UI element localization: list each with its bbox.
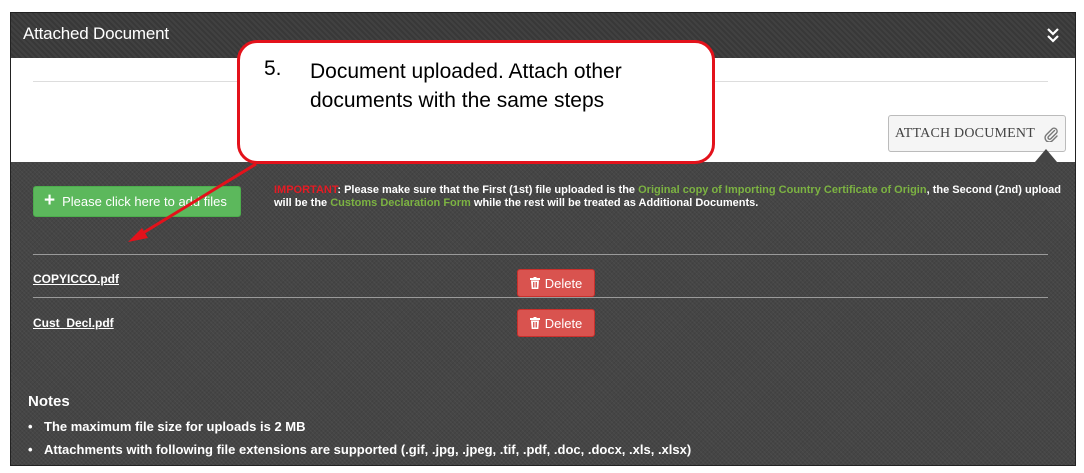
important-text-1: : Please make sure that the First (1st) … (337, 184, 639, 196)
trash-icon (529, 277, 540, 289)
attach-document-label: ATTACH DOCUMENT (895, 125, 1035, 141)
note-item: • The maximum file size for uploads is 2 … (28, 419, 306, 434)
attach-popover-pointer (1035, 149, 1057, 162)
callout-step-number: 5. (264, 57, 282, 80)
note-text: Attachments with following file extensio… (44, 442, 692, 457)
delete-label: Delete (544, 275, 583, 291)
add-files-label: Please click here to add files (62, 194, 227, 209)
trash-icon (529, 317, 540, 329)
attach-document-button[interactable]: ATTACH DOCUMENT (888, 115, 1066, 152)
double-chevron-down-icon[interactable] (1045, 26, 1061, 44)
notes-heading: Notes (28, 393, 70, 410)
note-item: • Attachments with following file extensi… (28, 442, 692, 457)
add-files-button[interactable]: + Please click here to add files (33, 186, 241, 217)
customs-declaration-highlight: Customs Declaration Form (330, 197, 471, 209)
file-link-cust-decl[interactable]: Cust_Decl.pdf (33, 316, 114, 330)
important-notice: IMPORTANT: Please make sure that the Fir… (274, 184, 1064, 210)
important-text-3: while the rest will be treated as Additi… (470, 197, 759, 209)
important-label: IMPORTANT (274, 184, 338, 196)
certificate-of-origin-highlight: Original copy of Importing Country Certi… (638, 184, 927, 196)
delete-button[interactable]: Delete (517, 309, 595, 337)
file-list-divider (33, 254, 1048, 255)
file-link-copyicco[interactable]: COPYICCO.pdf (33, 272, 119, 286)
tutorial-callout: 5. Document uploaded. Attach other docum… (237, 40, 715, 164)
note-text: The maximum file size for uploads is 2 M… (44, 419, 306, 434)
paperclip-icon (1044, 127, 1058, 142)
callout-text: Document uploaded. Attach other document… (310, 60, 622, 112)
delete-button[interactable]: Delete (517, 269, 595, 297)
panel-title: Attached Document (23, 24, 169, 43)
plus-icon: + (44, 190, 56, 211)
file-row-divider (33, 297, 1048, 298)
delete-label: Delete (544, 315, 583, 331)
